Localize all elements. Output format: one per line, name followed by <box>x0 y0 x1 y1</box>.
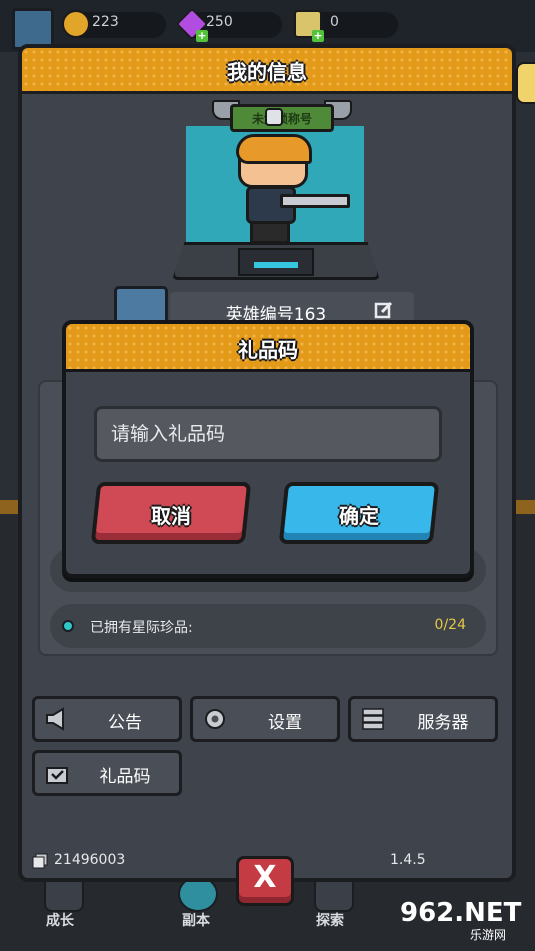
nav-growth-label[interactable]: 成长 <box>46 910 74 930</box>
copy-icon[interactable] <box>32 853 48 869</box>
notice-label: 公告 <box>108 713 142 733</box>
nav-explore-label[interactable]: 探索 <box>316 910 344 930</box>
stat-value: 0/24 <box>434 617 466 633</box>
gear-icon <box>205 709 225 729</box>
watermark-sub: 乐游网 <box>470 928 507 942</box>
confirm-label: 确定 <box>339 504 379 528</box>
lock-icon <box>265 108 283 126</box>
edit-name-icon[interactable] <box>374 300 394 320</box>
gold-value: 223 <box>92 14 119 30</box>
gold-coin-icon <box>62 10 90 38</box>
settings-label: 设置 <box>268 713 302 733</box>
server-label: 服务器 <box>417 713 469 733</box>
server-icon <box>362 708 384 730</box>
panel-title: 我的信息 <box>227 60 307 84</box>
player-id: 21496003 <box>54 852 126 868</box>
gift-code-label: 礼品码 <box>99 767 151 787</box>
version-label: 1.4.5 <box>390 852 426 868</box>
gift-icon <box>46 767 68 784</box>
gift-code-input[interactable] <box>94 406 442 462</box>
hero-hair <box>236 134 312 164</box>
ticket-value: 0 <box>330 14 339 30</box>
megaphone-icon <box>46 707 64 731</box>
hero-gun-icon <box>280 194 350 208</box>
gem-value: 250 <box>206 14 233 30</box>
pedestal-light <box>254 262 298 268</box>
close-icon: X <box>253 860 277 895</box>
add-ticket-icon[interactable]: + <box>312 30 324 42</box>
stat-label: 已拥有星际珍品: <box>90 620 193 636</box>
add-gem-icon[interactable]: + <box>196 30 208 42</box>
side-event-icon[interactable] <box>516 62 535 104</box>
watermark-main: 962.NET <box>400 898 522 928</box>
nav-dungeon-label[interactable]: 副本 <box>182 910 210 930</box>
dialog-title: 礼品码 <box>238 338 298 362</box>
cancel-label: 取消 <box>151 504 191 528</box>
stat-bullet-icon <box>62 620 74 632</box>
